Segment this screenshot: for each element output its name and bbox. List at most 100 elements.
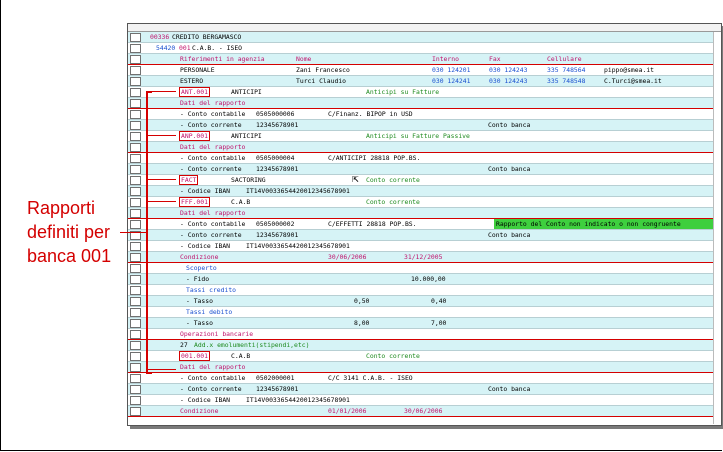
tassi-credito-row[interactable]: Tassi credito: [128, 285, 713, 296]
annotation-tick: [148, 135, 176, 136]
row-checkbox[interactable]: [130, 396, 141, 405]
fido-label: - Fido: [186, 275, 210, 283]
row-checkbox[interactable]: [130, 264, 141, 273]
row-checkbox[interactable]: [130, 33, 141, 42]
conto-contabile-row[interactable]: - Conto contabile 0502000001 C/C 3141 C.…: [128, 373, 713, 384]
rapporto-code: FACT: [178, 175, 199, 185]
row-checkbox[interactable]: [130, 44, 141, 53]
row-checkbox[interactable]: [130, 297, 141, 306]
rapporto-code: ANP.001: [179, 131, 210, 141]
row-checkbox[interactable]: [130, 275, 141, 284]
row-checkbox[interactable]: [130, 77, 141, 86]
row-checkbox[interactable]: [130, 330, 141, 339]
condizione-row[interactable]: Condizione 01/01/2006 30/06/2006: [128, 406, 713, 417]
conto-contabile-row[interactable]: - Conto contabile 0505000004 C/ANTICIPI …: [128, 153, 713, 164]
operazioni-row[interactable]: Operazioni bancarie: [128, 329, 713, 340]
annotation-tick: [148, 201, 176, 202]
vertical-scrollbar[interactable]: [713, 32, 721, 424]
contact-row[interactable]: PERSONALE Zani Francesco 030 124201 030 …: [128, 65, 713, 76]
row-checkbox[interactable]: [130, 341, 141, 350]
row-checkbox[interactable]: [130, 132, 141, 141]
conto-corrente-row[interactable]: - Conto corrente 12345678901 Conto banca: [128, 120, 713, 131]
rapporto-row-fff001[interactable]: FFF.001 C.A.B Conto corrente: [128, 197, 713, 208]
row-checkbox[interactable]: [130, 242, 141, 251]
operazioni-label: Operazioni bancarie: [180, 330, 254, 338]
row-checkbox[interactable]: [130, 253, 141, 262]
codice-iban-row[interactable]: - Codice IBAN IT14V003365442001234567890…: [128, 241, 713, 252]
abi-code: 00336: [150, 33, 170, 41]
codice-iban-row[interactable]: - Codice IBAN IT14V003365442001234567890…: [128, 395, 713, 406]
conto-corrente-label: - Conto corrente: [180, 385, 242, 393]
row-checkbox[interactable]: [130, 198, 141, 207]
contact-role: ESTERO: [180, 77, 204, 85]
mouse-cursor-icon: ⇱: [352, 172, 359, 185]
branch-code: 001: [179, 44, 191, 52]
annotation-tick: [148, 179, 176, 180]
add-emolumenti-row[interactable]: 27 Add.x emolumenti(stipendi,etc): [128, 340, 713, 351]
contact-fax: 030 124243: [489, 66, 528, 74]
tasso-label: - Tasso: [186, 319, 213, 327]
conto-corrente-row[interactable]: - Conto corrente 12345678901 Conto banca: [128, 384, 713, 395]
row-checkbox[interactable]: [130, 407, 141, 416]
row-checkbox[interactable]: [130, 385, 141, 394]
tasso-value-1: 0,50: [354, 297, 370, 305]
conto-contabile-value: 0505000006: [256, 110, 295, 118]
conto-contabile-row[interactable]: - Conto contabile 0505000006 C/Finanz. B…: [128, 109, 713, 120]
conto-corrente-row[interactable]: - Conto corrente 12345678901 Conto banca: [128, 230, 713, 241]
row-checkbox[interactable]: [130, 308, 141, 317]
row-checkbox[interactable]: [130, 165, 141, 174]
row-checkbox[interactable]: [130, 286, 141, 295]
row-checkbox[interactable]: [130, 66, 141, 75]
row-checkbox[interactable]: [130, 363, 141, 372]
annotation-bracket-connector: [120, 232, 148, 233]
fido-value: 10.000,00: [411, 275, 446, 283]
tasso-row[interactable]: - Tasso 8,00 7,00: [128, 318, 713, 329]
tasso-row[interactable]: - Tasso 0,50 0,40: [128, 296, 713, 307]
dati-rapporto-row[interactable]: Dati del rapporto: [128, 98, 713, 109]
dati-rapporto-row[interactable]: Dati del rapporto: [128, 208, 713, 219]
contact-mobile: 335 748564: [547, 66, 586, 74]
add-number: 27: [180, 341, 188, 349]
row-checkbox[interactable]: [130, 176, 141, 185]
tassi-debito-row[interactable]: Tassi debito: [128, 307, 713, 318]
dati-rapporto-row[interactable]: Dati del rapporto: [128, 362, 713, 373]
contact-row[interactable]: ESTERO Turci Claudio 030 124241 030 1242…: [128, 76, 713, 87]
row-checkbox[interactable]: [130, 209, 141, 218]
row-checkbox[interactable]: [130, 220, 141, 229]
col-name: Nome: [296, 55, 312, 63]
window-top-bar: [128, 24, 721, 32]
rapporto-row-anp001[interactable]: ANP.001 ANTICIPI Anticipi su Fatture Pas…: [128, 131, 713, 142]
row-checkbox[interactable]: [130, 99, 141, 108]
conto-banca-label: Conto banca: [488, 231, 531, 239]
conto-corrente-row[interactable]: - Conto corrente 12345678901 Conto banca: [128, 164, 713, 175]
conto-corrente-label: - Conto corrente: [180, 121, 242, 129]
row-checkbox[interactable]: [130, 154, 141, 163]
conto-corrente-value: 12345678901: [256, 385, 299, 393]
rapporto-row-fact[interactable]: FACT SACTORING Conto corrente: [128, 175, 713, 186]
annotation-line: Rapporti: [27, 198, 96, 218]
rapporto-row-ant001[interactable]: ANT.001 ANTICIPI Anticipi su Fatture: [128, 87, 713, 98]
dati-rapporto-label: Dati del rapporto: [180, 363, 246, 371]
row-checkbox[interactable]: [130, 121, 141, 130]
tasso-value-2: 0,40: [431, 297, 447, 305]
codice-iban-row[interactable]: - Codice IBAN IT14V003365442001234567890…: [128, 186, 713, 197]
rapporto-row-001[interactable]: 001.001 C.A.B Conto corrente: [128, 351, 713, 362]
contacts-title: Riferimenti in agenzia: [180, 55, 265, 63]
rapporto-type: Conto corrente: [366, 176, 420, 184]
scoperto-row[interactable]: Scoperto: [128, 263, 713, 274]
row-checkbox[interactable]: [130, 110, 141, 119]
conto-contabile-label: - Conto contabile: [180, 154, 246, 162]
row-checkbox[interactable]: [130, 319, 141, 328]
bank-row[interactable]: 00336 CREDITO BERGAMASCO: [128, 32, 713, 43]
fido-row[interactable]: - Fido 10.000,00: [128, 274, 713, 285]
dati-rapporto-row[interactable]: Dati del rapporto: [128, 142, 713, 153]
row-checkbox[interactable]: [130, 187, 141, 196]
row-checkbox[interactable]: [130, 352, 141, 361]
row-checkbox[interactable]: [130, 55, 141, 64]
row-checkbox[interactable]: [130, 88, 141, 97]
condizione-row[interactable]: Condizione 30/06/2006 31/12/2005: [128, 252, 713, 263]
branch-row[interactable]: 54420 001 C.A.B. - ISEO: [128, 43, 713, 54]
row-checkbox[interactable]: [130, 374, 141, 383]
row-checkbox[interactable]: [130, 143, 141, 152]
rapporto-type: Anticipi su Fatture: [366, 88, 440, 96]
